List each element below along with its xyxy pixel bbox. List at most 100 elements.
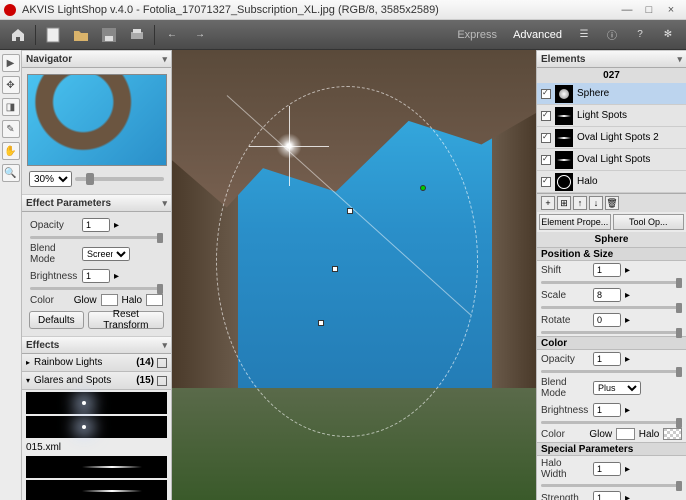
stepper-icon[interactable]: ▸: [625, 354, 630, 365]
elements-list: SphereLight SpotsOval Light Spots 2Oval …: [537, 83, 686, 193]
halo-color-swatch[interactable]: [146, 294, 163, 306]
brush-tool[interactable]: ✎: [2, 120, 20, 138]
defaults-button[interactable]: Defaults: [29, 311, 84, 329]
navigator-thumbnail[interactable]: [27, 74, 167, 166]
clone-element-button[interactable]: ⊞: [557, 196, 571, 210]
rotate-handle[interactable]: [420, 185, 426, 191]
blend-select[interactable]: Screen: [82, 247, 130, 261]
minimize-button[interactable]: —: [616, 3, 638, 17]
close-button[interactable]: ×: [660, 3, 682, 17]
visibility-checkbox[interactable]: [541, 155, 551, 165]
element-item[interactable]: Sphere: [537, 83, 686, 105]
open-folder-button[interactable]: [69, 23, 93, 47]
settings-button[interactable]: ✻: [656, 23, 680, 47]
zoom-tool[interactable]: 🔍: [2, 164, 20, 182]
collapse-icon: ▾: [26, 376, 30, 385]
elements-header[interactable]: Elements ▾: [537, 50, 686, 68]
element-item[interactable]: Light Spots: [537, 105, 686, 127]
visibility-checkbox[interactable]: [541, 133, 551, 143]
stepper-icon[interactable]: ▸: [625, 265, 630, 276]
transform-handle[interactable]: [332, 266, 338, 272]
help-button[interactable]: ?: [628, 23, 652, 47]
opacity-input[interactable]: [82, 218, 110, 232]
element-item[interactable]: Oval Light Spots 2: [537, 127, 686, 149]
reset-transform-button[interactable]: Reset Transform: [88, 311, 164, 329]
preset-thumb-4[interactable]: [26, 480, 167, 500]
navigator-title: Navigator: [26, 54, 72, 65]
stepper-icon[interactable]: ▸: [625, 315, 630, 326]
effect-toggle[interactable]: [157, 358, 167, 368]
halo-width-slider[interactable]: [541, 484, 682, 487]
visibility-checkbox[interactable]: [541, 177, 551, 187]
opacity-slider[interactable]: [30, 236, 163, 239]
effect-glares-spots[interactable]: ▾ Glares and Spots (15): [22, 372, 171, 390]
element-item[interactable]: Oval Light Spots: [537, 149, 686, 171]
navigator-header[interactable]: Navigator ▾: [22, 50, 171, 68]
transform-handle[interactable]: [347, 208, 353, 214]
tab-element-properties[interactable]: Element Prope...: [539, 214, 611, 230]
element-item[interactable]: Halo: [537, 171, 686, 193]
brightness-slider[interactable]: [30, 287, 163, 290]
elements-title: Elements: [541, 54, 585, 65]
preset-thumb-1[interactable]: [26, 392, 167, 414]
redo-button[interactable]: →: [188, 23, 212, 47]
brightness-input[interactable]: [82, 269, 110, 283]
preset-thumb-2[interactable]: [26, 416, 167, 438]
el-opacity-slider[interactable]: [541, 370, 682, 373]
canvas-viewport[interactable]: [172, 50, 536, 500]
move-down-button[interactable]: ↓: [589, 196, 603, 210]
tab-tool-options[interactable]: Tool Op...: [613, 214, 685, 230]
stepper-icon[interactable]: ▸: [114, 220, 119, 231]
element-thumb-icon: [555, 85, 573, 103]
add-element-button[interactable]: +: [541, 196, 555, 210]
move-tool[interactable]: ✥: [2, 76, 20, 94]
mode-advanced[interactable]: Advanced: [505, 29, 570, 41]
presets-button[interactable]: ☰: [572, 23, 596, 47]
move-up-button[interactable]: ↑: [573, 196, 587, 210]
stepper-icon[interactable]: ▸: [625, 493, 630, 500]
scale-label: Scale: [541, 290, 589, 301]
el-brightness-input[interactable]: [593, 403, 621, 417]
effect-rainbow-lights[interactable]: ▸ Rainbow Lights (14): [22, 354, 171, 372]
effect-params-header[interactable]: Effect Parameters ▾: [22, 194, 171, 212]
hand-tool[interactable]: ✋: [2, 142, 20, 160]
stepper-icon[interactable]: ▸: [625, 464, 630, 475]
undo-button[interactable]: ←: [160, 23, 184, 47]
mode-express[interactable]: Express: [449, 29, 505, 41]
el-glow-swatch[interactable]: [616, 428, 635, 440]
rotate-input[interactable]: [593, 313, 621, 327]
stepper-icon[interactable]: ▸: [625, 405, 630, 416]
stepper-icon[interactable]: ▸: [625, 290, 630, 301]
transform-handle[interactable]: [318, 320, 324, 326]
eraser-tool[interactable]: ◨: [2, 98, 20, 116]
maximize-button[interactable]: □: [638, 3, 660, 17]
opacity-label: Opacity: [30, 220, 78, 231]
zoom-slider[interactable]: [75, 177, 164, 181]
halo-width-input[interactable]: [593, 462, 621, 476]
el-halo-swatch[interactable]: [663, 428, 682, 440]
shift-slider[interactable]: [541, 281, 682, 284]
scale-slider[interactable]: [541, 306, 682, 309]
run-tool[interactable]: ▶: [2, 54, 20, 72]
home-button[interactable]: [6, 23, 30, 47]
visibility-checkbox[interactable]: [541, 89, 551, 99]
stepper-icon[interactable]: ▸: [114, 271, 119, 282]
new-file-button[interactable]: [41, 23, 65, 47]
glow-color-swatch[interactable]: [101, 294, 118, 306]
print-button[interactable]: [125, 23, 149, 47]
zoom-select[interactable]: 30%: [29, 171, 72, 187]
el-opacity-input[interactable]: [593, 352, 621, 366]
rotate-slider[interactable]: [541, 331, 682, 334]
effect-toggle[interactable]: [157, 376, 167, 386]
el-blend-select[interactable]: Plus: [593, 381, 641, 395]
shift-input[interactable]: [593, 263, 621, 277]
info-button[interactable]: ⓘ: [600, 23, 624, 47]
strength-input[interactable]: [593, 491, 621, 500]
save-button[interactable]: [97, 23, 121, 47]
effects-header[interactable]: Effects ▾: [22, 336, 171, 354]
el-brightness-slider[interactable]: [541, 421, 682, 424]
preset-thumb-3[interactable]: [26, 456, 167, 478]
visibility-checkbox[interactable]: [541, 111, 551, 121]
delete-element-button[interactable]: 🗑: [605, 196, 619, 210]
scale-input[interactable]: [593, 288, 621, 302]
